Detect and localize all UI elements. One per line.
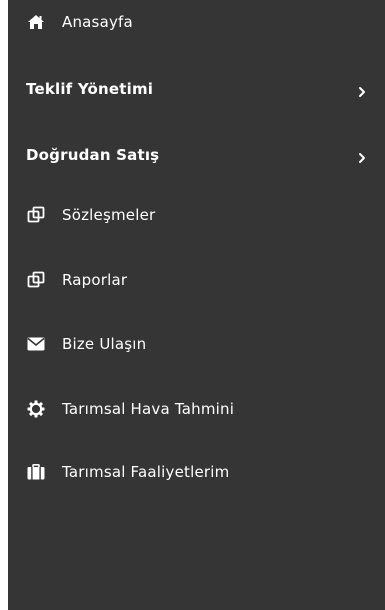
sidebar-menu: Anasayfa Teklif Yönetimi Doğrudan Satış … [8,0,385,610]
home-icon [26,12,46,32]
sidebar-item-tarimsal-hava-tahmini[interactable]: Tarımsal Hava Tahmini [8,392,385,426]
envelope-icon [26,334,46,354]
sidebar-item-sozlesmeler[interactable]: Sözleşmeler [8,198,385,232]
sidebar-item-bize-ulasin[interactable]: Bize Ulaşın [8,327,385,361]
sidebar-item-label: Tarımsal Faaliyetlerim [62,463,230,481]
briefcase-icon [26,462,46,482]
sidebar-item-anasayfa[interactable]: Anasayfa [8,5,385,39]
sidebar-item-raporlar[interactable]: Raporlar [8,263,385,297]
sidebar-item-label: Anasayfa [62,13,133,31]
clone-icon [26,270,46,290]
sidebar-item-label: Sözleşmeler [62,206,156,224]
sidebar-item-label: Bize Ulaşın [62,335,147,353]
sidebar-item-label: Doğrudan Satış [26,146,160,164]
sidebar-item-teklif-yonetimi[interactable]: Teklif Yönetimi [8,72,385,106]
chevron-right-icon [357,149,367,163]
sidebar-item-label: Teklif Yönetimi [26,80,154,98]
chevron-right-icon [357,83,367,97]
sidebar-item-tarimsal-faaliyetlerim[interactable]: Tarımsal Faaliyetlerim [8,455,385,489]
clone-icon [26,205,46,225]
sidebar-item-label: Raporlar [62,271,128,289]
sidebar-item-dogrudan-satis[interactable]: Doğrudan Satış [8,138,385,172]
gear-icon [26,399,46,419]
sidebar-item-label: Tarımsal Hava Tahmini [62,400,235,418]
